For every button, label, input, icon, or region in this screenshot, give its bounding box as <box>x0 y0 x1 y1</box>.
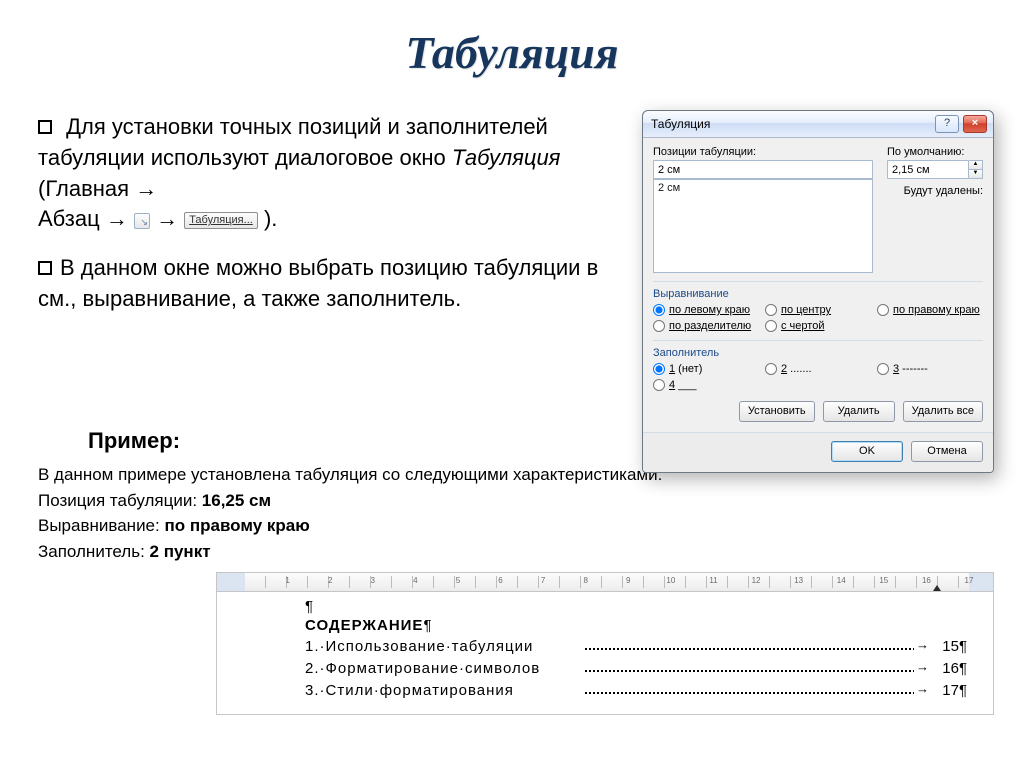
leader-2-radio[interactable]: 2 ....... <box>765 363 871 375</box>
example-line-2-value: 16,25 см <box>202 491 271 510</box>
close-button[interactable]: × <box>963 115 987 133</box>
bullet-icon <box>38 261 52 275</box>
ruler-tick: 17 <box>965 576 974 585</box>
slide-title: Табуляция <box>0 0 1024 79</box>
bullet-icon <box>38 120 52 134</box>
toc-line: 1.·Использование·табуляции → 15 <box>305 638 967 660</box>
tabulation-button-illustration: Табуляция... <box>184 212 258 229</box>
bullet-1-text-b: (Главная <box>38 176 135 201</box>
bullet-1-italic: Табуляция <box>452 145 561 170</box>
leader-1-radio[interactable]: 1 (нет) <box>653 363 759 375</box>
ruler-tick: 10 <box>666 576 675 585</box>
ruler-tick: 2 <box>328 576 332 585</box>
dot-leader <box>585 648 931 650</box>
spinner-up-icon[interactable]: ▲ <box>969 160 983 170</box>
example-line-1: В данном примере установлена табуляция с… <box>38 462 662 488</box>
align-left-radio[interactable]: по левому краю <box>653 304 759 316</box>
will-delete-label: Будут удалены: <box>887 185 983 197</box>
align-separator-radio[interactable]: по разделителю <box>653 320 759 332</box>
delete-button[interactable]: Удалить <box>823 401 895 422</box>
toc-page: 17 <box>942 682 967 699</box>
dialog-launcher-icon <box>134 213 150 229</box>
spinner-down-icon[interactable]: ▼ <box>969 170 983 179</box>
cancel-button[interactable]: Отмена <box>911 441 983 462</box>
align-bar-radio[interactable]: с чертой <box>765 320 871 332</box>
toc-page: 16 <box>942 660 967 677</box>
ruler-tick: 9 <box>626 576 630 585</box>
positions-listbox[interactable]: 2 см <box>653 179 873 273</box>
bullet-1: Для установки точных позиций и заполните… <box>38 112 618 235</box>
ok-button[interactable]: OK <box>831 441 903 462</box>
ruler-tick: 3 <box>371 576 375 585</box>
bullet-1-close: ). <box>264 206 277 231</box>
position-input[interactable] <box>653 160 873 179</box>
leader-group-label: Заполнитель <box>653 340 983 359</box>
toc-text: 3.·Стили·форматирования <box>305 682 514 699</box>
toc-text: 1.·Использование·табуляции <box>305 638 533 655</box>
dot-leader <box>585 670 931 672</box>
paragraph-mark-icon: ¶ <box>305 598 993 615</box>
toc-line: 3.·Стили·форматирования → 17 <box>305 682 967 704</box>
set-button[interactable]: Установить <box>739 401 815 422</box>
example-line-3-label: Выравнивание: <box>38 516 164 535</box>
dialog-titlebar[interactable]: Табуляция ? × <box>643 111 993 138</box>
example-line-2-label: Позиция табуляции: <box>38 491 202 510</box>
toc-page: 15 <box>942 638 967 655</box>
dialog-title: Табуляция <box>649 117 931 131</box>
help-button[interactable]: ? <box>935 115 959 133</box>
alignment-group-label: Выравнивание <box>653 281 983 300</box>
word-sample: 1234567891011121314151617 ¶ СОДЕРЖАНИЕ 1… <box>216 572 994 715</box>
default-label: По умолчанию: <box>887 146 983 158</box>
delete-all-button[interactable]: Удалить все <box>903 401 983 422</box>
example-block: В данном примере установлена табуляция с… <box>38 462 662 564</box>
tabulation-dialog: Табуляция ? × Позиции табуляции: 2 см По… <box>642 110 994 473</box>
arrow-icon: → <box>135 176 157 201</box>
bullet-2: В данном окне можно выбрать позицию табу… <box>38 253 618 315</box>
toc-text: 2.·Форматирование·символов <box>305 660 540 677</box>
example-line-4-value: 2 пункт <box>150 542 211 561</box>
example-line-4-label: Заполнитель: <box>38 542 150 561</box>
bullet-1-abzac: Абзац <box>38 206 106 231</box>
ruler-tick: 4 <box>413 576 417 585</box>
example-heading: Пример: <box>88 428 180 454</box>
ruler: 1234567891011121314151617 <box>217 573 993 592</box>
tab-arrow-icon: → <box>914 637 931 652</box>
align-center-radio[interactable]: по центру <box>765 304 871 316</box>
ruler-tick: 12 <box>752 576 761 585</box>
ruler-tick: 7 <box>541 576 545 585</box>
leader-4-radio[interactable]: 4 ___ <box>653 379 759 391</box>
dot-leader <box>585 692 931 694</box>
positions-label: Позиции табуляции: <box>653 146 873 158</box>
bullet-2-text: В данном окне можно выбрать позицию табу… <box>38 255 598 311</box>
toc-line: 2.·Форматирование·символов → 16 <box>305 660 967 682</box>
ruler-tick: 6 <box>498 576 502 585</box>
tab-stop-icon <box>933 585 941 591</box>
arrow-icon: → <box>156 206 184 231</box>
ruler-tick: 15 <box>879 576 888 585</box>
leader-3-radio[interactable]: 3 ------- <box>877 363 983 375</box>
example-line-3-value: по правому краю <box>164 516 309 535</box>
ruler-tick: 5 <box>456 576 460 585</box>
list-item[interactable]: 2 см <box>658 182 868 194</box>
ruler-tick: 14 <box>837 576 846 585</box>
ruler-tick: 16 <box>922 576 931 585</box>
sample-heading: СОДЕРЖАНИЕ <box>305 617 993 634</box>
ruler-tick: 11 <box>709 576 717 585</box>
align-right-radio[interactable]: по правому краю <box>877 304 983 316</box>
ruler-tick: 13 <box>794 576 803 585</box>
ruler-tick: 8 <box>583 576 587 585</box>
ruler-tick: 1 <box>285 576 289 585</box>
tab-arrow-icon: → <box>914 681 931 696</box>
tab-arrow-icon: → <box>914 659 931 674</box>
default-input[interactable] <box>887 160 969 179</box>
arrow-icon: → <box>106 206 128 231</box>
